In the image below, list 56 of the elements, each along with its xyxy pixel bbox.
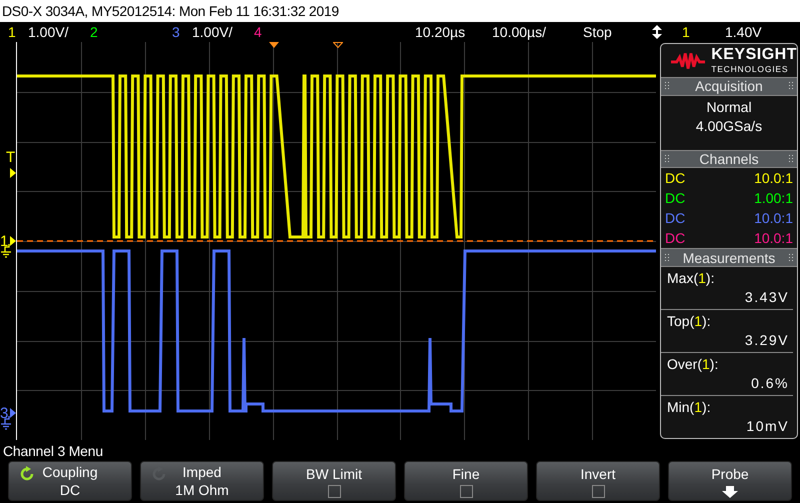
brand-name: KEYSIGHT [711,47,797,64]
softkey[interactable]: Imped 1M Ohm [140,461,264,501]
measurement-label: Top(1): [667,312,711,331]
trigger-marker[interactable]: T [6,150,16,165]
channel-coupling: DC [665,189,686,208]
ground-icon [0,244,14,258]
trigger-level[interactable]: 1.40V [725,22,762,42]
channel-coupling: DC [665,169,686,188]
probe-ratio: 10.0:1 [754,229,793,248]
timebase-value[interactable]: 10.00µs/ [492,22,583,42]
probe-ratio: 10.0:1 [754,209,793,228]
sample-rate: 4.00GSa/s [696,116,762,136]
channel-number[interactable]: 4 [254,22,336,42]
measurement-label: Min(1): [667,398,711,417]
softkey[interactable]: Probe [668,461,792,501]
trigger-level-icon [652,25,662,39]
marker-arrow-icon [10,236,16,246]
delay-value[interactable]: 10.20µs [415,22,492,42]
probe-ratio: 1.00:1 [754,189,793,208]
channel-scale[interactable]: 1.00V/ [28,22,90,42]
waveform-logo-icon [671,50,706,71]
channel-number[interactable]: 2 [90,22,172,42]
marker-arrow-icon [10,168,16,178]
measurement-value: 3.43V [744,288,789,307]
softkey[interactable]: Invert [536,461,660,501]
checkbox[interactable] [460,484,472,498]
channel-marker[interactable]: 1 [0,234,8,249]
channel-coupling: DC [665,209,686,228]
measurement-label: Over(1): [667,355,718,374]
channel-number[interactable]: 1 [8,22,28,42]
measurement-value: 0.6% [751,374,789,393]
channel-scale[interactable]: 1.00V/ [192,22,254,42]
softkey[interactable]: Fine [404,461,528,501]
channel-number[interactable]: 3 [172,22,192,42]
softkey[interactable]: Coupling DC [8,461,132,501]
channel-marker[interactable]: 3 [0,406,8,421]
channel-coupling: DC [665,229,686,248]
measurement-value: 3.29V [744,331,789,350]
marker-arrow-icon [10,408,16,418]
checkbox[interactable] [328,484,340,498]
trigger-source[interactable]: 1 [682,22,725,42]
acquisition-mode: Normal [706,98,752,117]
measurement-label: Max(1): [667,269,714,288]
checkbox[interactable] [592,484,604,498]
measurement-value: 10mV [746,417,789,436]
brand-subtitle: TECHNOLOGIES [711,65,790,74]
window-title: DS0-X 3034A, MY52012514: Mon Feb 11 16:31:32 2019 [2,3,339,19]
softkey[interactable]: BW Limit [272,461,396,501]
time-reference-icon [333,42,343,48]
down-arrow-icon [722,486,738,498]
section-title: Measurements [682,250,776,266]
probe-ratio: 10.0:1 [754,169,793,188]
run-state[interactable]: Stop [583,22,652,42]
section-title: Acquisition [695,78,763,94]
section-title: Channels [699,151,759,168]
menu-title: Channel 3 Menu [3,443,103,459]
